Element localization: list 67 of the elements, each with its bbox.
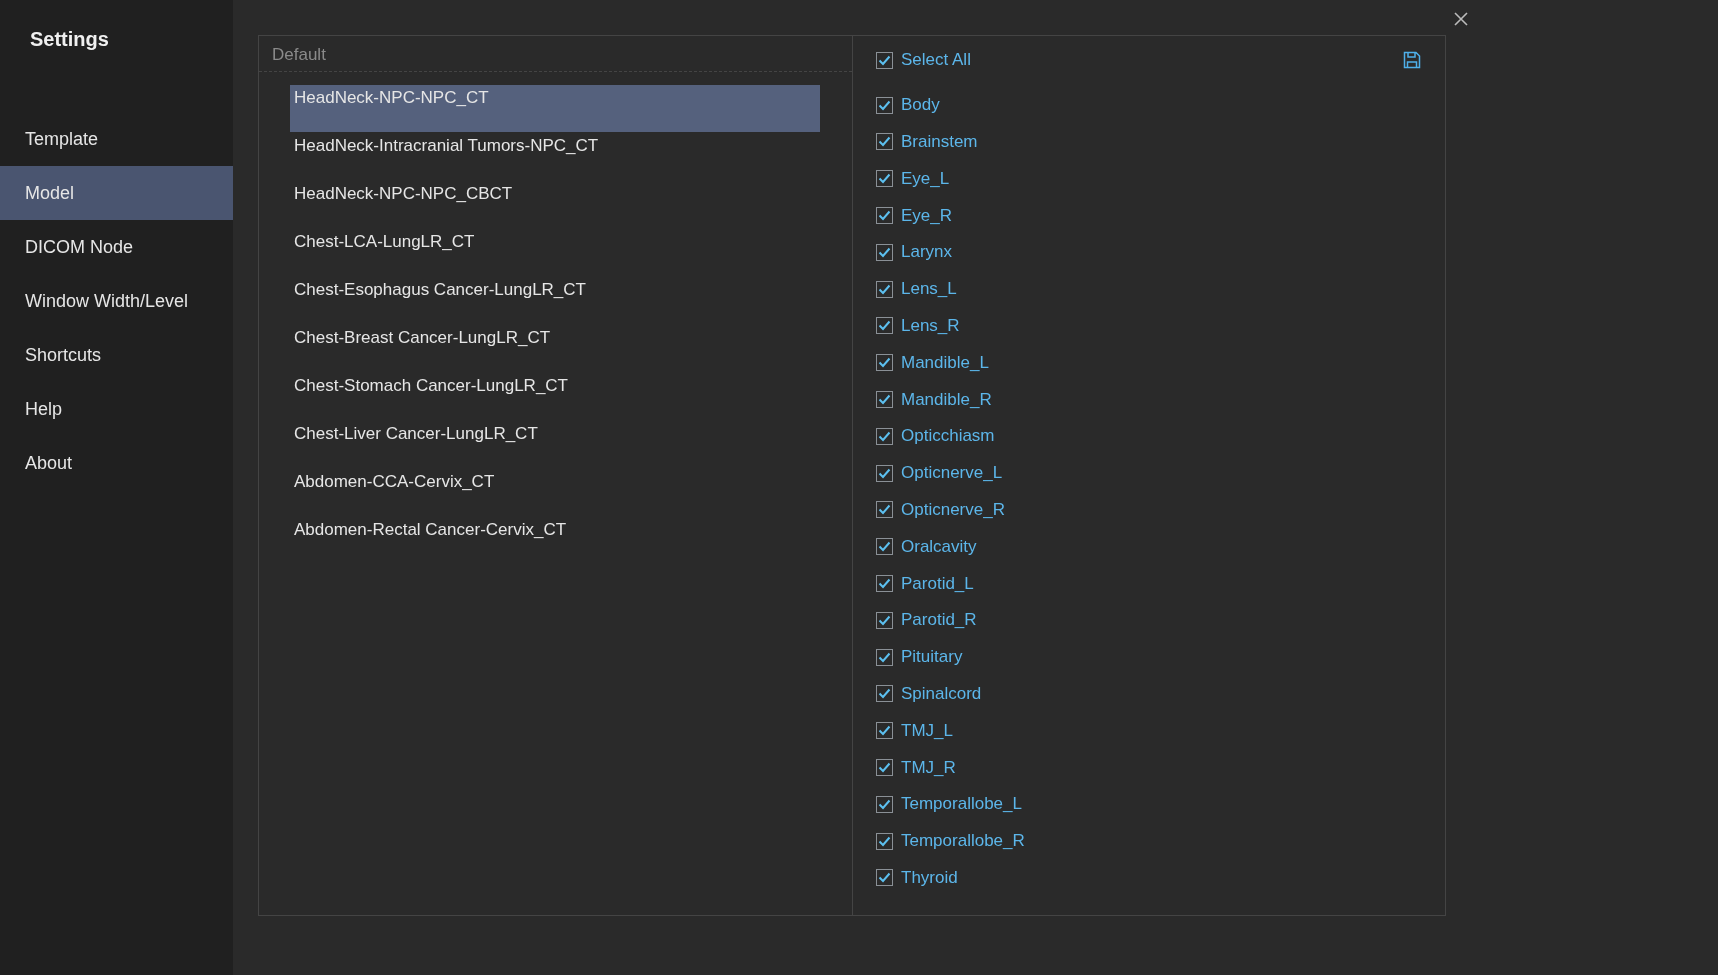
checkbox[interactable] — [876, 648, 893, 666]
structure-label: Spinalcord — [901, 683, 982, 704]
structure-label: Brainstem — [901, 132, 978, 152]
sidebar-item[interactable]: DICOM Node — [0, 220, 233, 274]
sidebar-item[interactable]: About — [0, 436, 233, 490]
structure-label: Body — [901, 95, 940, 116]
list-item[interactable]: Abdomen-CCA-Cervix_CT — [290, 469, 820, 516]
structure-label: Lens_L — [901, 279, 957, 300]
structure-label: Temporallobe_R — [901, 831, 1025, 852]
sidebar-item[interactable]: Template — [0, 112, 233, 166]
structure-label: Opticchiasm — [901, 426, 995, 447]
structure-label: Larynx — [901, 242, 953, 263]
checkbox[interactable] — [876, 354, 893, 372]
list-item[interactable]: Chest-Breast Cancer-LungLR_CT — [290, 325, 820, 372]
structure-label: Mandible_L — [901, 352, 989, 373]
checkbox[interactable] — [876, 170, 893, 188]
sidebar-item[interactable]: Window Width/Level — [0, 274, 233, 328]
sidebar-item[interactable]: Help — [0, 382, 233, 436]
list-item[interactable]: Chest-Esophagus Cancer-LungLR_CT — [290, 277, 820, 324]
checkbox[interactable] — [876, 280, 893, 298]
save-icon[interactable] — [1403, 51, 1421, 70]
structure-label: Eye_L — [901, 168, 950, 189]
checkbox[interactable] — [876, 795, 893, 813]
checkbox[interactable] — [876, 317, 893, 335]
list-item[interactable]: HeadNeck-NPC-NPC_CBCT — [290, 181, 820, 228]
list-item[interactable]: Abdomen-Rectal Cancer-Cervix_CT — [290, 517, 820, 564]
structure-label: Opticnerve_R — [901, 499, 1005, 520]
checkbox[interactable] — [876, 133, 893, 151]
checkbox[interactable] — [876, 501, 893, 519]
structure-label: Thyroid — [901, 867, 958, 888]
list-item[interactable]: HeadNeck-NPC-NPC_CT — [290, 85, 820, 132]
structure-label: Temporallobe_L — [901, 794, 1022, 815]
checkbox[interactable] — [876, 464, 893, 482]
list-item[interactable]: HeadNeck-Intracranial Tumors-NPC_CT — [290, 133, 820, 180]
structure-label: TMJ_R — [901, 757, 956, 778]
checkbox[interactable] — [876, 575, 893, 593]
checkbox[interactable] — [876, 427, 893, 445]
structure-label: Eye_R — [901, 205, 953, 226]
list-item[interactable]: Chest-Stomach Cancer-LungLR_CT — [290, 373, 820, 420]
list-header: Default — [259, 36, 852, 72]
checkbox[interactable] — [876, 243, 893, 261]
checkbox[interactable] — [876, 611, 893, 629]
checkbox[interactable] — [876, 51, 893, 69]
checkbox[interactable] — [876, 391, 893, 409]
list-item[interactable]: Chest-LCA-LungLR_CT — [290, 229, 820, 276]
checkbox[interactable] — [876, 832, 893, 850]
sidebar-item[interactable]: Model — [0, 166, 233, 220]
close-icon[interactable] — [1454, 12, 1468, 26]
checkbox[interactable] — [876, 722, 893, 740]
checkbox[interactable] — [876, 869, 893, 887]
structure-label: Opticnerve_L — [901, 463, 1003, 484]
checkbox[interactable] — [876, 685, 893, 703]
structure-label: Select All — [901, 50, 971, 71]
checkbox[interactable] — [876, 96, 893, 114]
sidebar-title: Settings — [29, 27, 109, 52]
list-item[interactable]: Chest-Liver Cancer-LungLR_CT — [290, 421, 820, 468]
structure-label: Lens_R — [901, 315, 960, 336]
structure-label: Parotid_R — [901, 610, 977, 631]
checkbox[interactable] — [876, 538, 893, 556]
sidebar-item[interactable]: Shortcuts — [0, 328, 233, 382]
checkbox[interactable] — [876, 759, 893, 777]
structure-label: Pituitary — [901, 647, 963, 668]
structure-label: Oralcavity — [901, 536, 977, 557]
structure-label: Parotid_L — [901, 573, 974, 594]
structure-label: TMJ_L — [901, 720, 953, 741]
structure-label: Mandible_R — [901, 389, 992, 410]
checkbox[interactable] — [876, 207, 893, 225]
